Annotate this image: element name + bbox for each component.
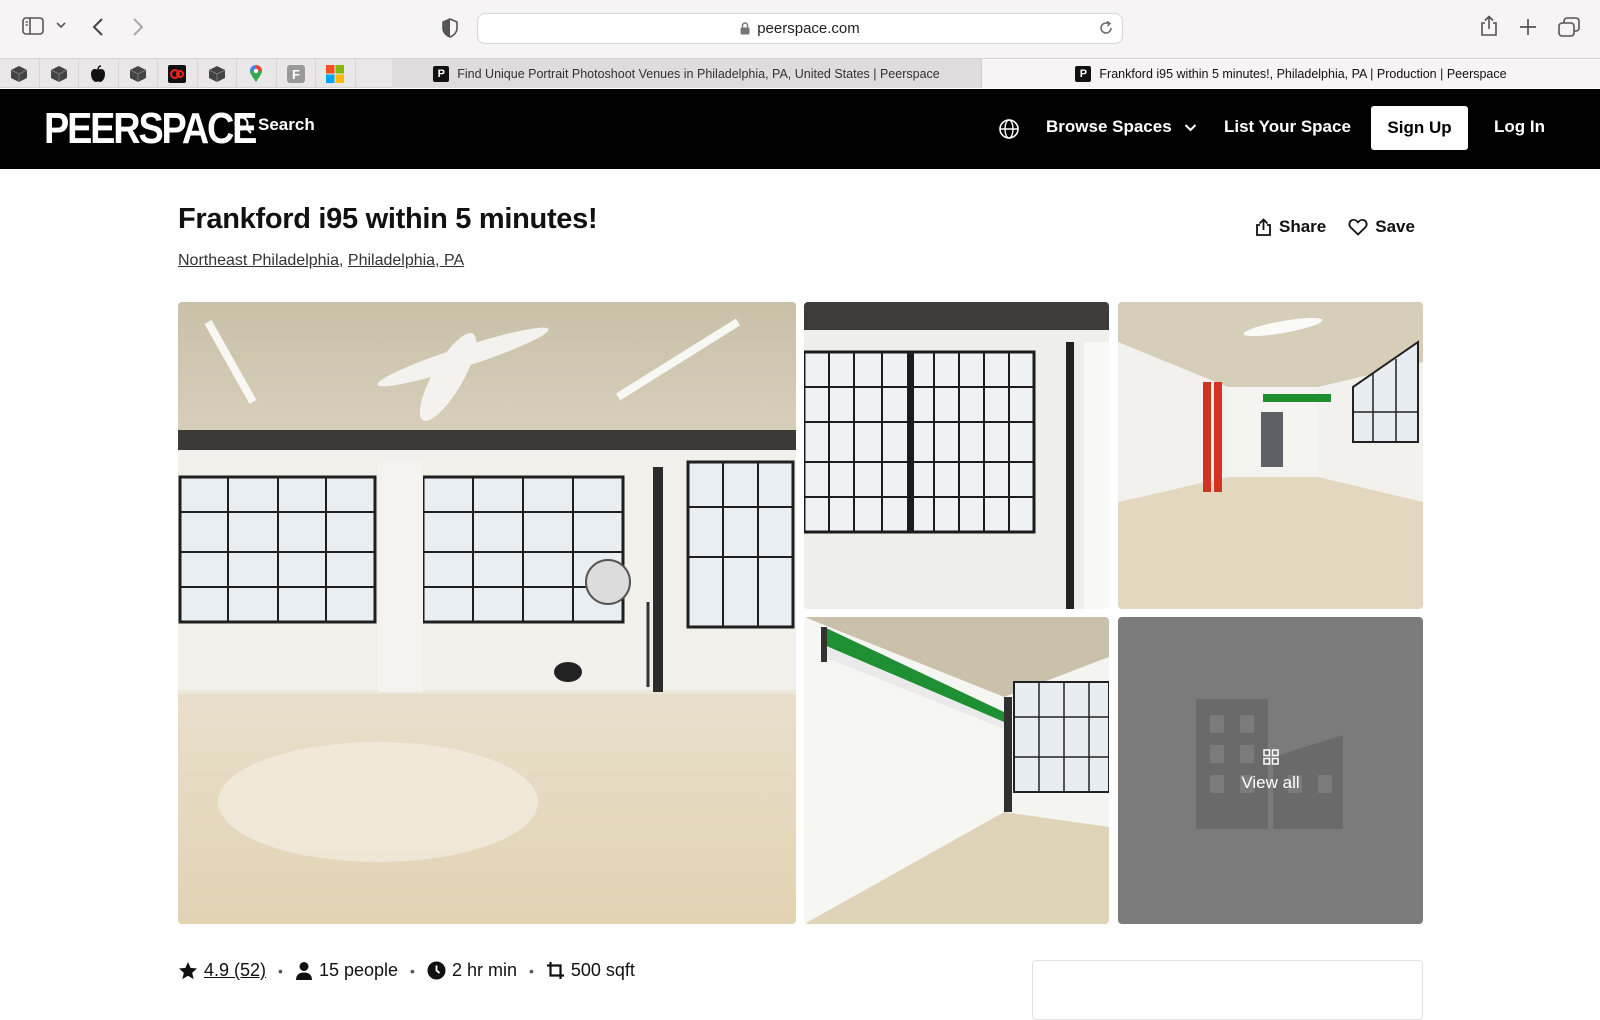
browse-spaces-menu[interactable]: Browse Spaces [1046, 117, 1197, 137]
booking-card [1032, 960, 1423, 1020]
peerspace-logo[interactable]: PEERSPACE [44, 105, 257, 153]
favorite-red-app-icon[interactable] [158, 59, 198, 88]
log-in-link[interactable]: Log In [1494, 117, 1545, 137]
gallery-photo[interactable] [804, 617, 1109, 924]
forward-icon[interactable] [132, 17, 144, 37]
tab-portrait-venues[interactable]: P Find Unique Portrait Photoshoot Venues… [392, 59, 982, 88]
address-bar[interactable]: peerspace.com [477, 13, 1123, 44]
reload-icon[interactable] [1098, 20, 1114, 40]
search-label: Search [258, 115, 315, 134]
tab-bar: F P Find Unique Portrait Photoshoot Venu… [0, 58, 1600, 88]
favorite-box-icon[interactable] [0, 59, 40, 88]
size-label: 500 sqft [570, 960, 635, 980]
studio-loft-photo [178, 302, 796, 924]
crop-icon [546, 962, 564, 979]
rating-stat: 4.9 (52) [178, 960, 266, 981]
list-your-space-link[interactable]: List Your Space [1224, 117, 1351, 137]
capacity-label: 15 people [318, 960, 399, 980]
listing-stats: 4.9 (52) • 15 people • 2 hr min • 500 sq… [178, 960, 635, 981]
separator-dot: • [278, 962, 283, 979]
neighborhood-link[interactable]: Northeast Philadelphia [178, 252, 339, 269]
view-all-label: View all [1241, 772, 1300, 792]
grid-icon [1262, 748, 1279, 765]
min-hours-label: 2 hr min [451, 960, 517, 980]
listing-actions: Share Save [1255, 217, 1415, 237]
chevron-down-icon[interactable] [56, 21, 66, 29]
favorite-apple-icon[interactable] [79, 59, 119, 88]
peerspace-favicon-icon: P [433, 65, 450, 82]
person-icon [295, 961, 312, 980]
favorite-box-icon[interactable] [198, 59, 237, 88]
favorite-maps-icon[interactable] [237, 59, 277, 88]
tab-frankford-listing[interactable]: P Frankford i95 within 5 minutes!, Phila… [982, 59, 1600, 88]
rating-link[interactable]: 4.9 (52) [204, 960, 266, 981]
window-wall-photo [804, 302, 1109, 609]
share-label: Share [1279, 217, 1327, 236]
favorite-box-icon[interactable] [40, 59, 79, 88]
gallery-photo[interactable] [1118, 302, 1423, 609]
favorite-box-icon[interactable] [119, 59, 158, 88]
save-label: Save [1375, 217, 1415, 236]
listing-location: Northeast Philadelphia, Philadelphia, PA [178, 252, 465, 269]
favorite-microsoft-icon[interactable] [316, 59, 356, 88]
favorite-f-letter-icon[interactable]: F [277, 59, 316, 88]
share-browser-icon[interactable] [1480, 15, 1498, 37]
separator-dot: • [528, 962, 534, 979]
favorites-bar: F [0, 59, 356, 88]
star-icon [179, 962, 197, 980]
view-all-overlay: View all [1118, 617, 1423, 924]
tab-title: Find Unique Portrait Photoshoot Venues i… [457, 66, 940, 81]
listing-title: Frankford i95 within 5 minutes! [178, 203, 598, 235]
search-icon [234, 116, 252, 134]
view-all-photos-button[interactable]: View all [1118, 617, 1423, 924]
back-icon[interactable] [92, 17, 104, 37]
backdrop-wall-photo [804, 617, 1109, 924]
tab-title: Frankford i95 within 5 minutes!, Philade… [1099, 66, 1507, 81]
globe-icon[interactable] [998, 118, 1020, 145]
peerspace-favicon-icon: P [1075, 65, 1092, 82]
sign-up-button[interactable]: Sign Up [1371, 106, 1468, 150]
gallery-photo[interactable] [804, 302, 1109, 609]
clock-icon [427, 961, 446, 980]
sidebar-toggle-icon[interactable] [22, 17, 44, 35]
main-photo[interactable] [178, 302, 796, 924]
browse-spaces-label: Browse Spaces [1046, 117, 1172, 136]
lock-icon [740, 22, 750, 35]
svg-text:F: F [292, 67, 300, 82]
site-header: PEERSPACE Search Browse Spaces List Your… [0, 89, 1600, 169]
separator-dot: • [410, 962, 415, 979]
city-link[interactable]: Philadelphia, PA [348, 252, 464, 269]
min-hours-stat: 2 hr min [427, 960, 517, 981]
shield-icon[interactable] [442, 18, 458, 38]
browser-toolbar: peerspace.com [0, 0, 1600, 58]
chevron-down-icon [1184, 123, 1196, 131]
search-link[interactable]: Search [234, 115, 315, 135]
save-button[interactable]: Save [1348, 217, 1415, 237]
heart-icon [1348, 218, 1368, 236]
new-tab-icon[interactable] [1519, 18, 1537, 36]
size-stat: 500 sqft [546, 960, 635, 981]
url-text: peerspace.com [757, 20, 860, 37]
capacity-stat: 15 people [295, 960, 398, 981]
studio-ladder-photo [1118, 302, 1423, 609]
share-button[interactable]: Share [1255, 217, 1326, 237]
tab-overview-icon[interactable] [1558, 17, 1580, 37]
share-icon [1256, 217, 1271, 236]
